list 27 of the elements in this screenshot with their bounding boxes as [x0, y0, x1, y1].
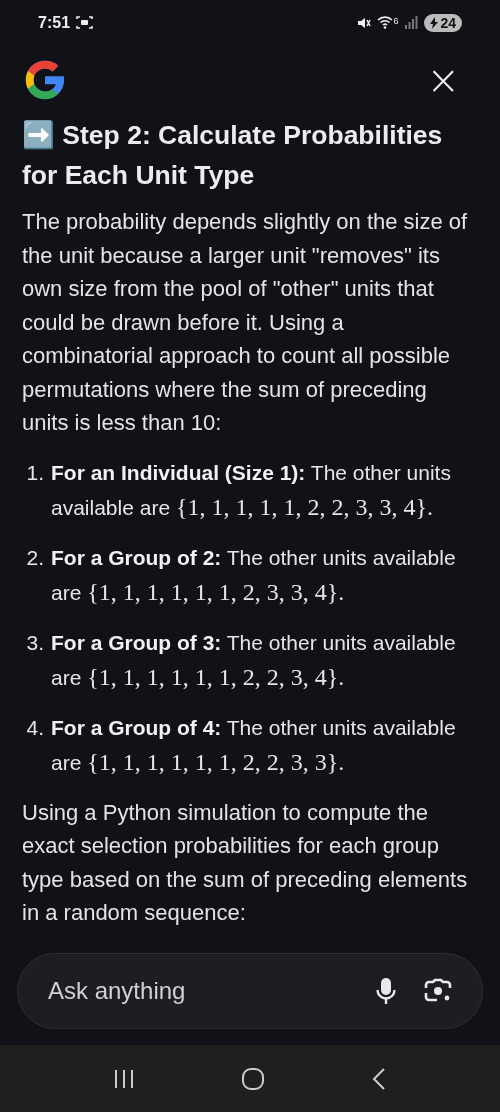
- back-icon[interactable]: [371, 1066, 387, 1091]
- camera-icon[interactable]: [424, 978, 452, 1004]
- list-item-text: For a Group of 2: The other units available are {1, 1, 1, 1, 1, 1, 2, 3, 3, 4}.: [51, 544, 457, 607]
- mute-icon: [357, 15, 372, 30]
- list-number: 2.: [25, 544, 44, 571]
- wifi-label: 6: [393, 16, 399, 26]
- list-number: 4.: [25, 714, 44, 741]
- list-item-text: For an Individual (Size 1): The other units available are {1, 1, 1, 1, 1, 2, 2, 3, 3, 4}.: [51, 459, 452, 522]
- recent-apps-icon[interactable]: [113, 1067, 135, 1090]
- close-button[interactable]: ×: [426, 60, 460, 100]
- paragraph: Using a Python simulation to compute the exact selection probabilities for each group type based on the sum of preceding elements in a random sequence:: [22, 798, 469, 927]
- list-number: 3.: [25, 629, 44, 656]
- home-icon[interactable]: [241, 1066, 265, 1091]
- wifi-icon: [377, 16, 394, 29]
- charging-icon: [430, 16, 439, 29]
- list-number: 1.: [25, 459, 44, 486]
- signal-icon: [404, 16, 419, 29]
- list-item-text: For a Group of 4: The other units available are {1, 1, 1, 1, 1, 1, 2, 2, 3, 3}.: [51, 714, 457, 777]
- battery-indicator: 24: [424, 13, 462, 32]
- microphone-icon[interactable]: [376, 977, 396, 1005]
- ask-field[interactable]: Ask anything: [46, 976, 348, 1006]
- section-heading: ➡ Step 2: Calculate Probabilities for Each Unit Type: [22, 119, 444, 192]
- screenshot-icon: [76, 15, 94, 30]
- paragraph: The probability depends slightly on the size of the unit because a larger unit "removes" its own size from the pool of "other" units that could be drawn before it. Using a combinatorial approach to count all possible permutations where the sum of preceding units is less than 10:: [22, 208, 469, 437]
- list-item-text: For a Group of 3: The other units available are {1, 1, 1, 1, 1, 1, 2, 2, 3, 4}.: [51, 629, 457, 692]
- ask-bar[interactable]: Ask anything: [17, 953, 483, 1029]
- status-time: 7:51: [38, 13, 71, 32]
